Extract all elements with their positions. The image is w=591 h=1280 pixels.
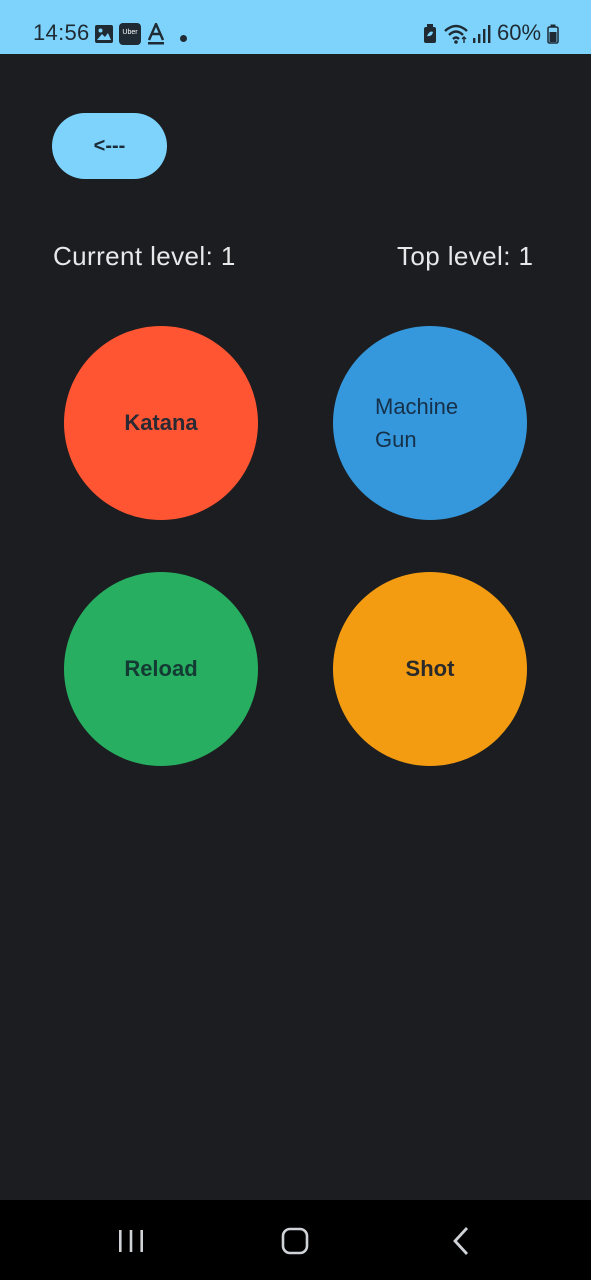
back-icon[interactable] [441, 1220, 481, 1260]
top-level-text: Top level: 1 [397, 241, 534, 271]
reload-button-label: Reload [124, 656, 198, 681]
katana-button-label: Katana [124, 410, 198, 435]
battery-saver-icon [423, 24, 437, 49]
back-button[interactable]: <--- [52, 113, 167, 179]
shot-button-label: Shot [405, 656, 455, 681]
wifi-icon [444, 24, 470, 49]
katana-button[interactable]: Katana [64, 326, 258, 520]
battery-icon [547, 24, 559, 49]
back-button-label: <--- [93, 134, 126, 157]
navigation-bar [0, 1200, 591, 1280]
image-icon [94, 24, 114, 49]
machine-gun-button[interactable]: Machine Gun [333, 326, 527, 520]
app-screen: 14:56 Uber 60% <--- Current level: 1 Top… [0, 0, 591, 1280]
reload-button[interactable]: Reload [64, 572, 258, 766]
status-time: 14:56 [33, 20, 90, 45]
signal-icon [472, 24, 492, 49]
font-a-icon [147, 21, 165, 50]
current-level-text: Current level: 1 [53, 241, 236, 271]
battery-percentage: 60% [497, 20, 542, 45]
uber-icon: Uber [119, 23, 141, 50]
uber-icon-text: Uber [122, 29, 138, 36]
home-icon[interactable] [275, 1220, 315, 1260]
machine-gun-button-label: Machine Gun [375, 394, 459, 452]
shot-button[interactable]: Shot [333, 572, 527, 766]
dot-icon [179, 30, 188, 48]
recent-apps-icon[interactable] [111, 1220, 151, 1260]
status-bar: 14:56 Uber 60% [0, 0, 591, 54]
